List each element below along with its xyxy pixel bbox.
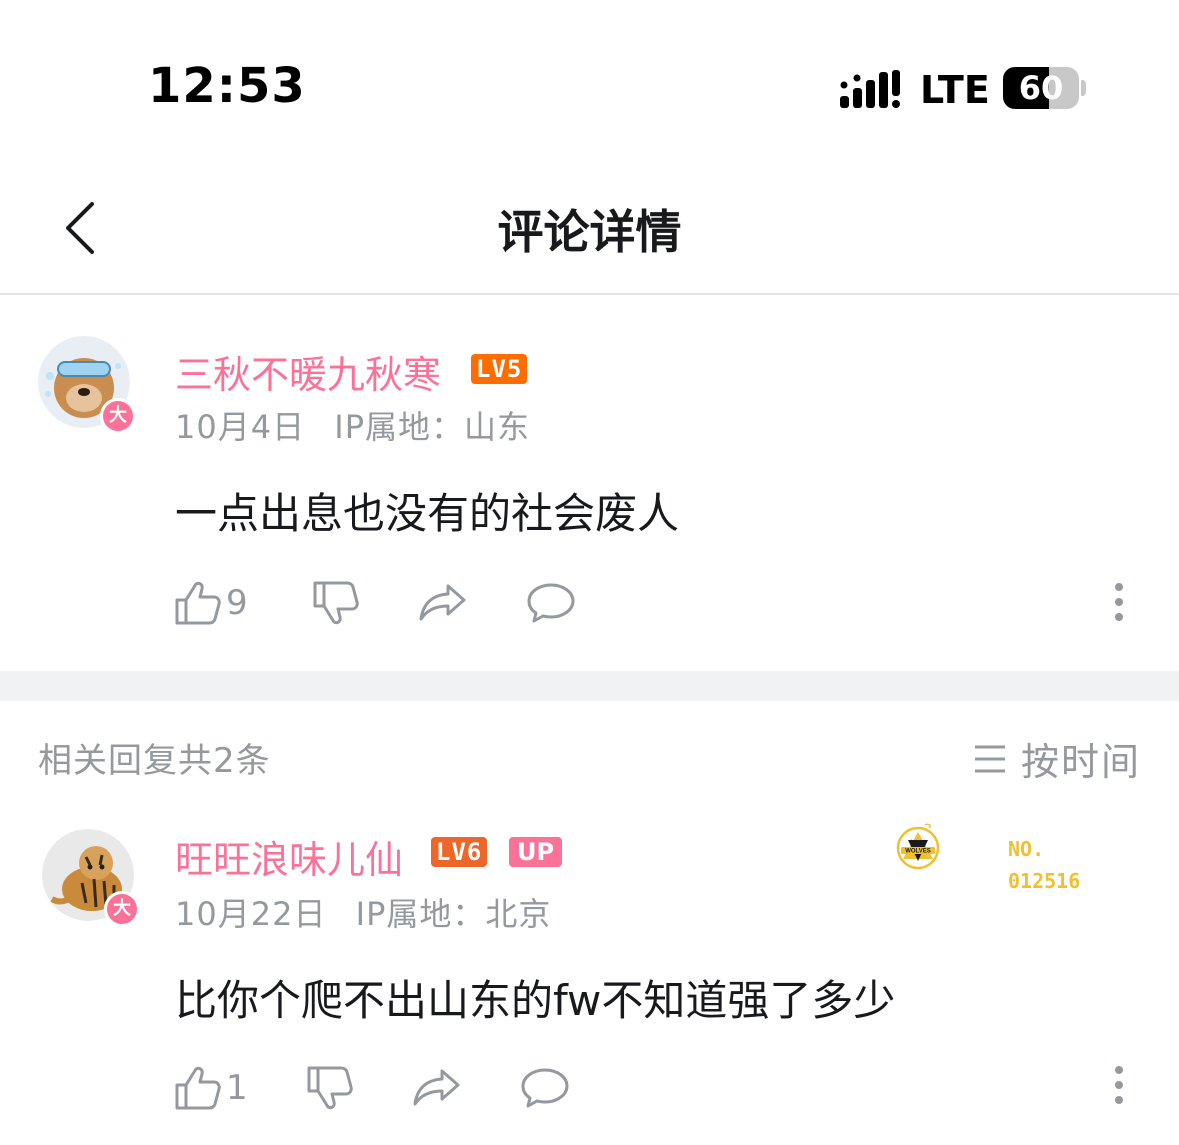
reply-username[interactable]: 旺旺浪味儿仙: [175, 829, 403, 884]
section-divider: [0, 671, 1179, 701]
dislike-button[interactable]: [312, 580, 360, 626]
reply-meta: 10月22日 IP属地：北京: [175, 889, 551, 935]
reply-button[interactable]: [520, 1067, 570, 1109]
battery-icon: 60: [1003, 67, 1079, 109]
status-time: 12:53: [148, 58, 306, 114]
thumbs-down-icon: [307, 1066, 353, 1110]
level-badge: LV5: [471, 354, 528, 384]
comment-ip-location: IP属地：山东: [334, 408, 531, 446]
comment-username[interactable]: 三秋不暖九秋寒: [175, 344, 441, 399]
medal-number-label: NO.: [1008, 837, 1045, 861]
avatar-badge: 大: [100, 398, 136, 434]
replies-header: 相关回复共2条 按时间: [0, 701, 1179, 801]
thumbs-up-icon: [175, 581, 221, 625]
avatar[interactable]: 大: [42, 829, 140, 927]
avatar[interactable]: 大: [38, 336, 136, 434]
comment-bubble-icon: [521, 1068, 569, 1108]
replies-count: 相关回复共2条: [38, 741, 271, 781]
reply-date: 10月22日: [175, 895, 327, 933]
comment-text: 一点出息也没有的社会废人: [175, 489, 680, 538]
like-button[interactable]: 9: [174, 580, 248, 626]
medal-number: NO. 012516: [1008, 836, 1080, 894]
share-icon: [413, 1069, 460, 1106]
network-type: LTE: [920, 68, 990, 112]
reply-ip-location: IP属地：北京: [355, 895, 552, 933]
reply-button[interactable]: [526, 582, 576, 624]
status-bar: 12:53 LTE 60: [0, 0, 1179, 150]
fan-medal-icon[interactable]: WOLVES: [896, 796, 996, 896]
sort-button[interactable]: 按时间: [973, 731, 1141, 786]
cellular-signal-icon: [840, 70, 900, 108]
share-button[interactable]: [412, 1067, 462, 1107]
page-title: 评论详情: [497, 205, 682, 259]
more-icon[interactable]: [1109, 1065, 1129, 1105]
nav-header: 评论详情: [0, 150, 1179, 295]
up-badge: UP: [509, 837, 563, 867]
avatar-badge: 大: [104, 891, 140, 927]
comment-date: 10月4日: [175, 408, 306, 446]
sort-lines-icon: [974, 745, 1005, 772]
share-button[interactable]: [418, 582, 468, 622]
comment-meta: 10月4日 IP属地：山东: [175, 402, 530, 448]
level-badge: LV6: [431, 837, 488, 867]
reply-item: 大 旺旺浪味儿仙 LV6 UP 10月22日 IP属地：北京 比你个爬不出山东的…: [0, 801, 1179, 1145]
reply-text: 比你个爬不出山东的fw不知道强了多少: [175, 976, 896, 1025]
more-icon[interactable]: [1109, 582, 1129, 622]
main-comment: 大 三秋不暖九秋寒 LV5 10月4日 IP属地：山东 一点出息也没有的社会废人…: [0, 296, 1179, 671]
medal-number-value: 012516: [1008, 869, 1081, 893]
like-count: 9: [226, 583, 248, 623]
battery-percent: 60: [1018, 69, 1064, 107]
medal-text: WOLVES: [905, 849, 931, 855]
thumbs-up-icon: [175, 1066, 221, 1110]
sort-label: 按时间: [1020, 740, 1141, 784]
share-icon: [419, 584, 466, 621]
like-button[interactable]: 1: [174, 1065, 248, 1111]
comment-bubble-icon: [527, 583, 575, 623]
thumbs-down-icon: [313, 581, 359, 625]
like-count: 1: [226, 1068, 248, 1108]
dislike-button[interactable]: [306, 1065, 354, 1111]
battery-nub: [1081, 80, 1086, 96]
